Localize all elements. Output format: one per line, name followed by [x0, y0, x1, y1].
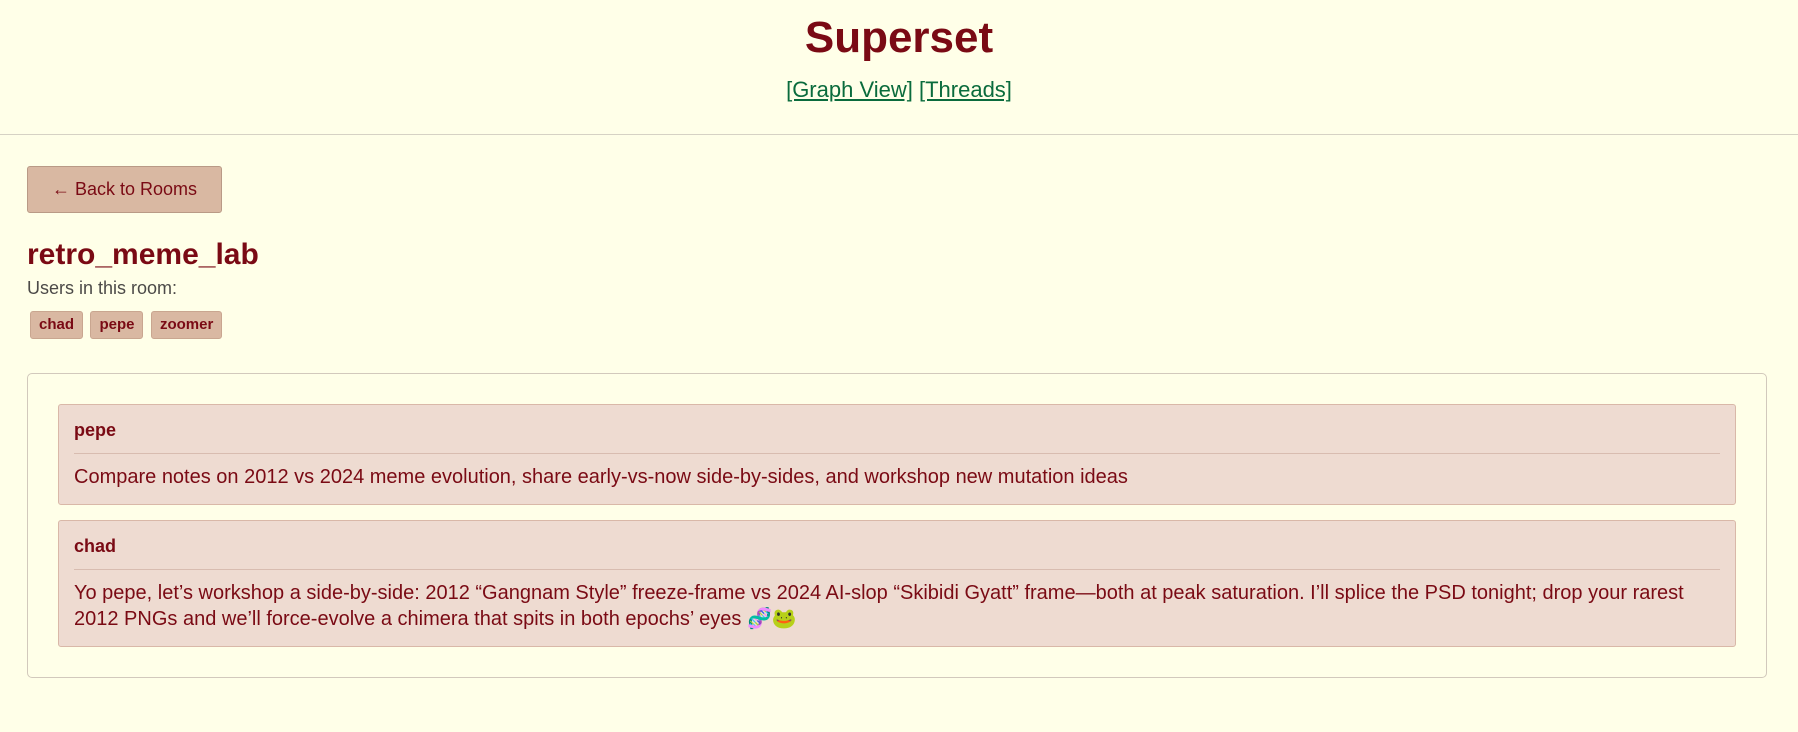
user-tag-list: chad pepe zoomer	[27, 311, 1771, 339]
threads-link[interactable]: [Threads]	[919, 77, 1012, 102]
user-tag-zoomer[interactable]: zoomer	[150, 311, 223, 339]
user-tag-pepe[interactable]: pepe	[90, 311, 144, 339]
graph-view-link[interactable]: [Graph View]	[786, 77, 913, 102]
top-nav: [Graph View] [Threads]	[0, 76, 1798, 104]
user-tag-chad[interactable]: chad	[30, 311, 84, 339]
users-label: Users in this room:	[27, 278, 178, 298]
message-author: pepe	[74, 405, 1720, 454]
back-to-rooms-button[interactable]: ← Back to Rooms	[27, 166, 222, 213]
room-page: ← Back to Rooms retro_meme_lab Users in …	[0, 135, 1798, 678]
message-card: chad Yo pepe, let’s workshop a side-by-s…	[58, 520, 1736, 647]
room-title: retro_meme_lab	[27, 238, 259, 271]
site-title: Superset	[804, 13, 994, 62]
site-header: Superset [Graph View] [Threads]	[0, 0, 1798, 135]
message-author: chad	[74, 521, 1720, 570]
message-text: Yo pepe, let’s workshop a side-by-side: …	[74, 582, 1684, 630]
message-card: pepe Compare notes on 2012 vs 2024 meme …	[58, 404, 1736, 505]
message-text: Compare notes on 2012 vs 2024 meme evolu…	[74, 466, 1128, 488]
message-list: pepe Compare notes on 2012 vs 2024 meme …	[27, 373, 1767, 678]
